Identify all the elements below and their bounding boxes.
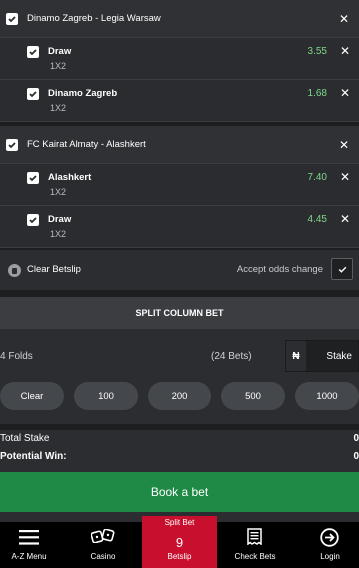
- clear-betslip-button[interactable]: Clear Betslip: [27, 264, 81, 275]
- stake-input[interactable]: ₦ Stake: [285, 340, 359, 372]
- nav-login[interactable]: Login: [301, 522, 359, 568]
- divider: [0, 290, 359, 297]
- login-arrow-icon: [320, 528, 339, 547]
- match-title: Dinamo Zagreb - Legia Warsaw: [27, 13, 161, 24]
- match-checkbox[interactable]: [6, 138, 18, 151]
- betslip-count: 9: [175, 535, 184, 550]
- selection-row: Alashkert 1X2 7.40 ✕: [0, 164, 359, 206]
- bottom-nav: A-Z Menu Casino Split Bet 9 Betslip Chec…: [0, 516, 359, 568]
- nav-check-bets[interactable]: Check Bets: [226, 522, 284, 568]
- quick-stake-500[interactable]: 500: [221, 382, 285, 410]
- split-bet-tag: Split Bet: [142, 516, 217, 528]
- currency-symbol: ₦: [286, 341, 306, 371]
- total-stake-value: 0: [353, 433, 359, 444]
- selection-market: 1X2: [50, 61, 67, 71]
- selection-row: Dinamo Zagreb 1X2 1.68 ✕: [0, 80, 359, 122]
- selection-odds: 1.68: [307, 88, 327, 99]
- selection-market: 1X2: [50, 229, 67, 239]
- selection-checkbox[interactable]: [27, 214, 39, 226]
- selection-market: 1X2: [50, 103, 67, 113]
- selection-market: 1X2: [50, 187, 67, 197]
- dice-icon: [91, 529, 115, 543]
- close-icon[interactable]: ✕: [339, 12, 349, 26]
- match-header: Dinamo Zagreb - Legia Warsaw ✕: [0, 0, 359, 38]
- nav-label: Login: [320, 552, 340, 561]
- trash-icon[interactable]: [8, 264, 21, 277]
- match-header: FC Kairat Almaty - Alashkert ✕: [0, 126, 359, 164]
- hamburger-icon: [19, 530, 39, 545]
- book-a-bet-button[interactable]: Book a bet: [0, 472, 359, 512]
- match-checkbox[interactable]: [6, 12, 18, 25]
- nav-az-menu[interactable]: A-Z Menu: [0, 522, 58, 568]
- selection-checkbox[interactable]: [27, 172, 39, 184]
- accept-odds-checkbox[interactable]: [331, 258, 353, 280]
- nav-label: Check Bets: [234, 552, 276, 561]
- accept-odds-label: Accept odds change: [236, 264, 323, 275]
- remove-selection-icon[interactable]: ✕: [340, 212, 350, 226]
- nav-label: A-Z Menu: [11, 552, 47, 561]
- selection-row: Draw 1X2 3.55 ✕: [0, 38, 359, 80]
- selection-name: Alashkert: [48, 172, 92, 183]
- remove-selection-icon[interactable]: ✕: [340, 86, 350, 100]
- quick-stake-1000[interactable]: 1000: [295, 382, 359, 410]
- nav-label: Casino: [90, 552, 116, 561]
- stake-placeholder: Stake: [326, 351, 352, 362]
- check-icon: [338, 266, 346, 273]
- receipt-icon: [247, 528, 262, 545]
- selection-odds: 7.40: [307, 172, 327, 183]
- match-title: FC Kairat Almaty - Alashkert: [27, 139, 146, 150]
- quick-stake-clear[interactable]: Clear: [0, 382, 64, 410]
- nav-casino[interactable]: Casino: [74, 522, 132, 568]
- folds-label: 4 Folds: [0, 351, 33, 362]
- divider: [0, 424, 359, 430]
- quick-stake-100[interactable]: 100: [74, 382, 138, 410]
- selection-checkbox[interactable]: [27, 88, 39, 100]
- close-icon[interactable]: ✕: [339, 138, 349, 152]
- quick-stake-200[interactable]: 200: [148, 382, 211, 410]
- bets-count: (24 Bets): [211, 351, 252, 362]
- potential-win-value: 0: [353, 451, 359, 462]
- selection-odds: 3.55: [307, 46, 327, 57]
- potential-win-label: Potential Win:: [0, 451, 67, 462]
- selection-odds: 4.45: [307, 214, 327, 225]
- split-column-bet-button[interactable]: SPLIT COLUMN BET: [0, 297, 359, 329]
- remove-selection-icon[interactable]: ✕: [340, 170, 350, 184]
- selection-checkbox[interactable]: [27, 46, 39, 58]
- selection-name: Draw: [48, 214, 72, 225]
- betslip-options-bar: Clear Betslip Accept odds change: [0, 250, 359, 290]
- total-stake-label: Total Stake: [0, 433, 50, 444]
- nav-label: Betslip: [167, 552, 192, 561]
- selection-name: Draw: [48, 46, 72, 57]
- nav-betslip[interactable]: Split Bet 9 Betslip: [142, 516, 217, 568]
- selection-row: Draw 1X2 4.45 ✕: [0, 206, 359, 248]
- selection-name: Dinamo Zagreb: [48, 88, 118, 99]
- remove-selection-icon[interactable]: ✕: [340, 44, 350, 58]
